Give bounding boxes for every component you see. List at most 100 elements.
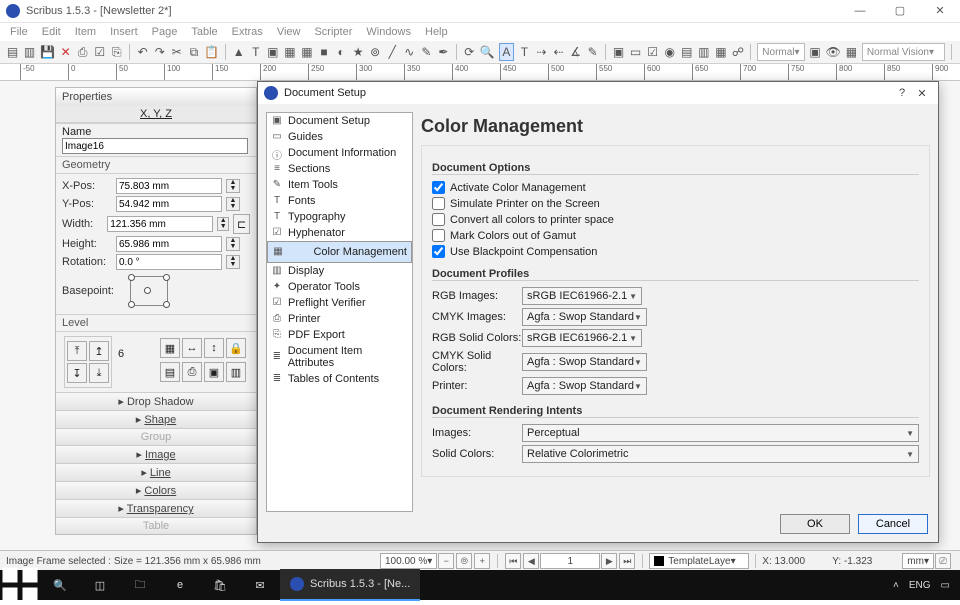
copy-props-icon[interactable]: ▣: [612, 44, 625, 60]
zoom-out-icon[interactable]: −: [438, 553, 454, 569]
maximize-button[interactable]: ▢: [880, 0, 920, 22]
ungoup-icon[interactable]: ▤: [160, 362, 180, 382]
story-editor-icon[interactable]: T: [518, 44, 531, 60]
dialog-titlebar[interactable]: Document Setup ? ✕: [258, 82, 938, 104]
line-icon[interactable]: ╱: [386, 44, 399, 60]
acc-line[interactable]: ▸ Line: [56, 463, 256, 481]
preflight-icon[interactable]: ☑: [93, 44, 106, 60]
profile-select[interactable]: Agfa : Swop Standard▼: [522, 353, 647, 371]
acc-transparency[interactable]: ▸ Transparency: [56, 499, 256, 517]
calligraphy-icon[interactable]: ✒: [437, 44, 450, 60]
first-page-icon[interactable]: ⏮: [505, 553, 521, 569]
option-use-blackpoint-compensation[interactable]: Use Blackpoint Compensation: [432, 245, 919, 258]
level-down-icon[interactable]: ↧: [67, 363, 87, 383]
rotate-icon[interactable]: ⟳: [463, 44, 476, 60]
copy-icon[interactable]: ⧉: [187, 44, 200, 60]
xyz-tab[interactable]: X, Y, Z: [56, 106, 256, 123]
search-taskbar-icon[interactable]: 🔍: [40, 570, 80, 600]
properties-palette[interactable]: Properties X, Y, Z Name Geometry X-Pos:▲…: [55, 87, 257, 535]
level-up-icon[interactable]: ↥: [89, 341, 109, 361]
explorer-icon[interactable]: 🗀: [120, 570, 160, 600]
basepoint-widget[interactable]: [130, 276, 168, 306]
status-extra-icon[interactable]: ⎚: [935, 553, 951, 569]
layer-combo[interactable]: TemplateLaye ▾: [649, 553, 749, 569]
store-icon[interactable]: 🛍: [200, 570, 240, 600]
tree-item-display[interactable]: ▥Display: [267, 263, 412, 279]
tree-item-document-setup[interactable]: ▣Document Setup: [267, 113, 412, 129]
pdf-field4-icon[interactable]: ▤: [680, 44, 693, 60]
tree-item-sections[interactable]: ≡Sections: [267, 161, 412, 177]
menu-page[interactable]: Page: [152, 26, 178, 38]
ypos-input[interactable]: [116, 196, 222, 212]
toggle1-icon[interactable]: ▣: [809, 44, 822, 60]
new-icon[interactable]: ▤: [6, 44, 19, 60]
eyedropper-icon[interactable]: ✎: [586, 44, 599, 60]
prev-page-icon[interactable]: ◀: [523, 553, 539, 569]
unit-combo[interactable]: mm ▾: [902, 553, 934, 569]
taskview-icon[interactable]: ◫: [80, 570, 120, 600]
close-button[interactable]: ✕: [920, 0, 960, 22]
imageframe-icon[interactable]: ▣: [266, 44, 279, 60]
minimize-button[interactable]: —: [840, 0, 880, 22]
open-icon[interactable]: ▥: [23, 44, 36, 60]
unlink-frames-icon[interactable]: ⇠: [552, 44, 565, 60]
paste-icon[interactable]: 📋: [204, 44, 219, 60]
width-input[interactable]: [107, 216, 213, 232]
tree-item-tables-of-contents[interactable]: ≣Tables of Contents: [267, 371, 412, 387]
checkbox[interactable]: [432, 197, 445, 210]
noprint-icon[interactable]: ⎙: [182, 362, 202, 382]
checkbox[interactable]: [432, 213, 445, 226]
pdf-field6-icon[interactable]: ▦: [714, 44, 727, 60]
pdf-field5-icon[interactable]: ▥: [697, 44, 710, 60]
tree-item-color-management[interactable]: ▦Color Management: [267, 241, 412, 263]
tray-notifications-icon[interactable]: ▭: [941, 580, 950, 591]
locksize-icon[interactable]: ▣: [204, 362, 224, 382]
menu-extras[interactable]: Extras: [232, 26, 263, 38]
menu-view[interactable]: View: [277, 26, 301, 38]
pdf-field3-icon[interactable]: ◉: [663, 44, 676, 60]
print-icon[interactable]: ⎙: [76, 44, 89, 60]
mail-icon[interactable]: ✉: [240, 570, 280, 600]
height-input[interactable]: [116, 236, 222, 252]
next-page-icon[interactable]: ▶: [601, 553, 617, 569]
dialog-close-button[interactable]: ✕: [912, 87, 932, 100]
dialog-help-button[interactable]: ?: [892, 87, 912, 99]
freehand-icon[interactable]: ✎: [420, 44, 433, 60]
tree-item-printer[interactable]: ⎙Printer: [267, 311, 412, 327]
menu-help[interactable]: Help: [425, 26, 448, 38]
zoom-field[interactable]: 100.00 % ▾: [380, 553, 437, 569]
tray-up-icon[interactable]: ˄: [893, 580, 899, 591]
xpos-input[interactable]: [116, 178, 222, 194]
preview-mode-combo[interactable]: Normal ▾: [757, 43, 804, 61]
canvas-area[interactable]: Properties X, Y, Z Name Geometry X-Pos:▲…: [0, 81, 960, 551]
xpos-spinner[interactable]: ▲▼: [226, 179, 240, 193]
cancel-button[interactable]: Cancel: [858, 514, 928, 534]
shape-icon[interactable]: ■: [317, 44, 330, 60]
settings-tree[interactable]: ▣Document Setup▭GuidesⓘDocument Informat…: [266, 112, 413, 512]
menu-insert[interactable]: Insert: [110, 26, 138, 38]
acc-shape[interactable]: ▸ Shape: [56, 410, 256, 428]
level-bottom-icon[interactable]: ⤓: [89, 363, 109, 383]
menu-file[interactable]: File: [10, 26, 28, 38]
close-icon[interactable]: ✕: [59, 44, 72, 60]
ok-button[interactable]: OK: [780, 514, 850, 534]
lock-icon[interactable]: 🔒: [226, 338, 246, 358]
undo-icon[interactable]: ↶: [136, 44, 149, 60]
pdf-field2-icon[interactable]: ☑: [646, 44, 659, 60]
profile-select[interactable]: Agfa : Swop Standard▼: [522, 308, 647, 326]
rotation-input[interactable]: [116, 254, 222, 270]
pdf-field1-icon[interactable]: ▭: [629, 44, 642, 60]
spiral-icon[interactable]: ⊚: [369, 44, 382, 60]
link-wh-icon[interactable]: ⊏: [233, 214, 250, 234]
acc-image[interactable]: ▸ Image: [56, 445, 256, 463]
checkbox[interactable]: [432, 229, 445, 242]
link-frames-icon[interactable]: ⇢: [535, 44, 548, 60]
profile-select[interactable]: Agfa : Swop Standard▼: [522, 377, 647, 395]
tree-item-document-item-attributes[interactable]: ≣Document Item Attributes: [267, 343, 412, 371]
checkbox[interactable]: [432, 245, 445, 258]
name-input[interactable]: [62, 138, 248, 154]
cut-icon[interactable]: ✂: [170, 44, 183, 60]
profile-select[interactable]: sRGB IEC61966-2.1▼: [522, 287, 642, 305]
menu-table[interactable]: Table: [191, 26, 217, 38]
table-icon[interactable]: ▦: [300, 44, 313, 60]
